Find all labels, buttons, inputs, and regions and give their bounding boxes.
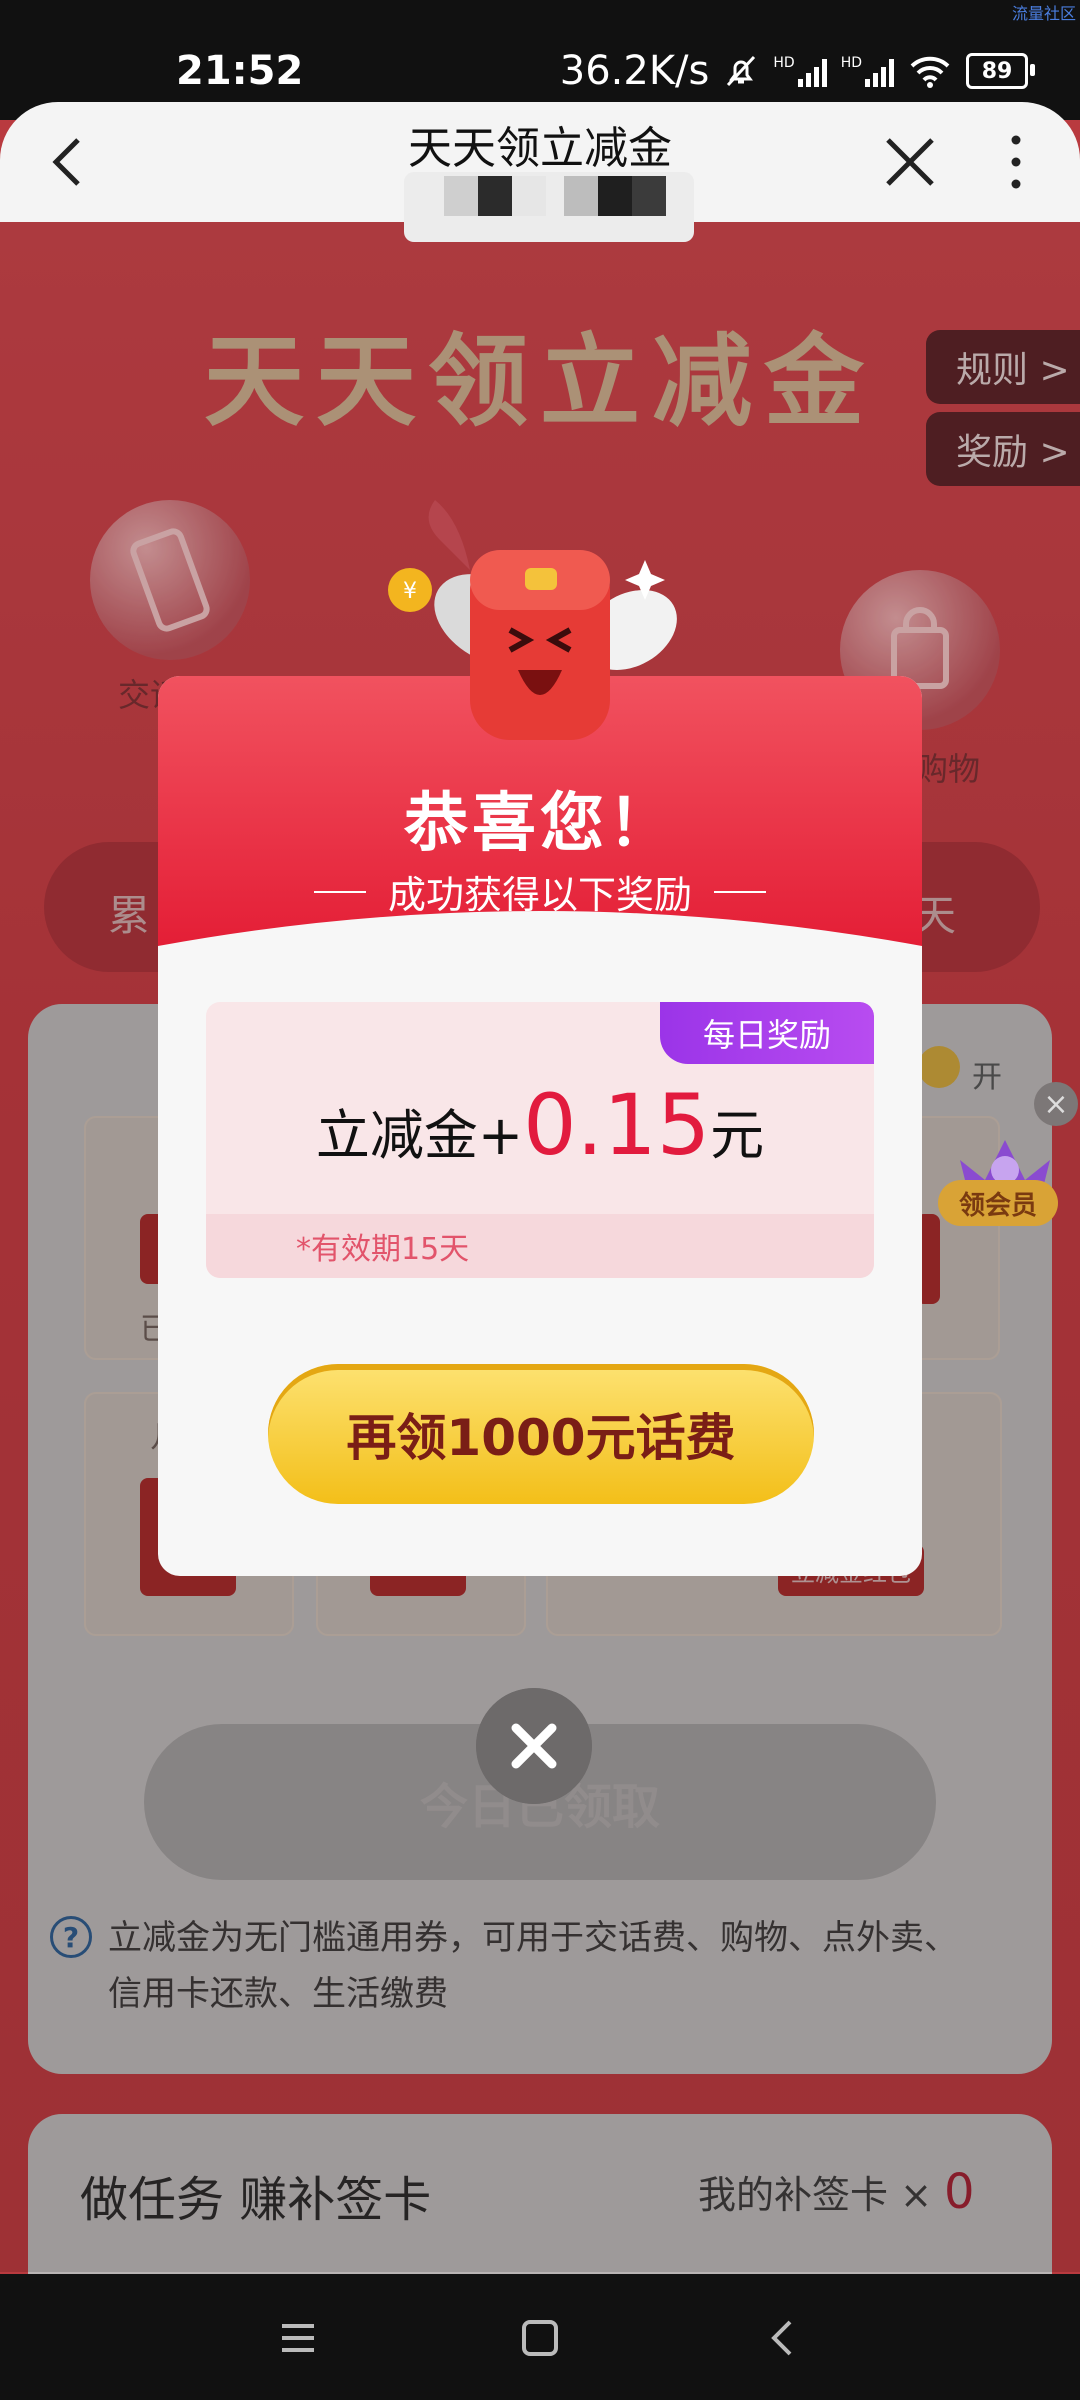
reward-prefix: 立减金+: [315, 1104, 524, 1167]
system-nav-bar: [0, 2274, 1080, 2400]
status-time: 21:52: [176, 48, 304, 94]
svg-text:¥: ¥: [403, 579, 417, 604]
signal-icon-2: HD: [841, 55, 894, 87]
menu-icon[interactable]: [270, 2310, 326, 2366]
home-icon[interactable]: [512, 2310, 568, 2366]
back-icon[interactable]: [756, 2310, 812, 2366]
modal-close-icon[interactable]: [476, 1688, 592, 1804]
redacted-subtitle: [404, 172, 694, 242]
reward-amount: 立减金+0.15元: [206, 1076, 874, 1174]
hd-label-1: HD: [773, 55, 795, 71]
reward-box: 每日奖励 立减金+0.15元 *有效期15天: [206, 1002, 874, 1278]
claim-more-button[interactable]: 再领1000元话费: [268, 1364, 814, 1504]
mute-bell-icon: [727, 55, 756, 87]
divider-right: [714, 890, 766, 893]
close-icon[interactable]: [878, 130, 942, 194]
battery-icon: 89: [966, 53, 1035, 89]
modal-subtitle: 成功获得以下奖励: [387, 873, 692, 917]
red-envelope-mascot-icon: ¥: [388, 500, 677, 740]
wifi-icon: [910, 56, 950, 88]
reward-unit: 元: [710, 1104, 765, 1167]
net-speed: 36.2K/s: [559, 48, 710, 94]
daily-reward-tag: 每日奖励: [660, 1002, 874, 1064]
status-indicators: 36.2K/s HD HD 89: [559, 48, 1035, 94]
validity-text: *有效期15天: [296, 1232, 470, 1267]
more-vertical-icon[interactable]: [1000, 132, 1032, 192]
reward-value: 0.15: [523, 1076, 711, 1174]
divider-left: [313, 890, 366, 893]
hd-label-2: HD: [840, 55, 862, 71]
signal-icon-1: HD: [773, 55, 827, 87]
modal-title: 恭喜您！: [404, 787, 676, 861]
reward-modal: 恭喜您！ 成功获得以下奖励 每日奖励 立减金+0.15元 *有效期15天 再领1…: [158, 676, 922, 1576]
corner-watermark: 流量社区: [1011, 4, 1076, 23]
modal-subtitle-row: 成功获得以下奖励: [158, 864, 922, 919]
vip-label[interactable]: 领会员: [938, 1180, 1058, 1226]
